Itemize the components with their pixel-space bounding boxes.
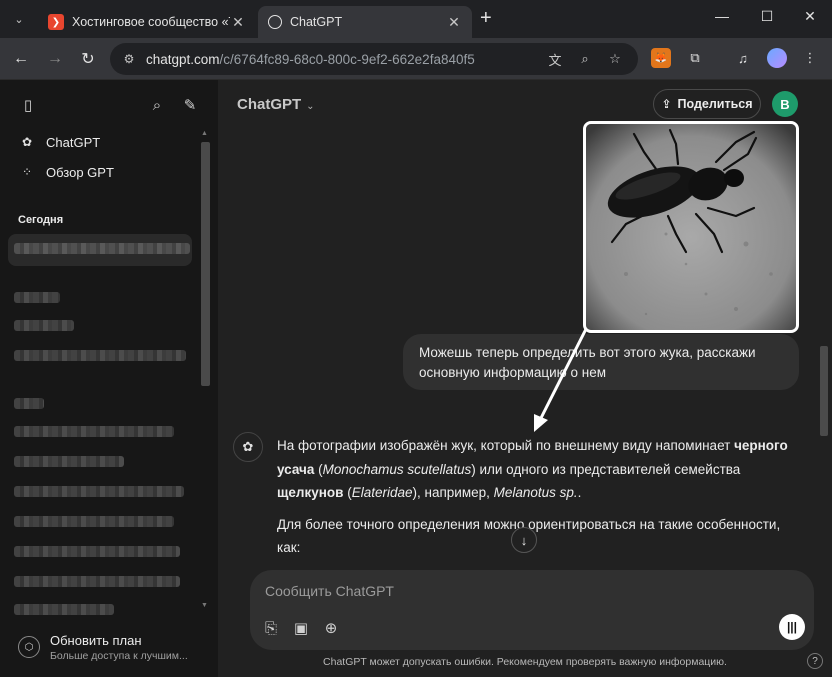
composer-input[interactable]: Сообщить ChatGPT [265, 583, 394, 599]
forward-arrow-icon[interactable]: → [44, 48, 66, 70]
chat-history-item-blurred[interactable] [14, 516, 174, 527]
assistant-answer: На фотографии изображён жук, который по … [277, 434, 797, 568]
browser-toolbar: ← → ↻ ⚙ chatgpt.com/c/6764fc89-68c0-800c… [0, 38, 832, 80]
site-settings-icon[interactable]: ⚙ [120, 50, 138, 68]
sidebar-scroll-up-icon[interactable]: ▲ [201, 130, 208, 137]
user-avatar[interactable]: B [772, 91, 798, 117]
extensions-puzzle-icon[interactable]: ⧉ [685, 48, 705, 68]
uploaded-beetle-photo[interactable] [583, 121, 799, 333]
timeweb-favicon-icon: ❯ [48, 14, 64, 30]
search-icon[interactable]: ⌕ [146, 94, 168, 116]
chat-history-item-blurred[interactable] [14, 320, 74, 331]
scroll-to-bottom-button[interactable]: ↓ [511, 527, 537, 553]
browser-tab-chatgpt[interactable]: ChatGPT ✕ [258, 6, 472, 38]
media-controls-icon[interactable]: ♫ [733, 48, 753, 68]
url-host: chatgpt.com [146, 51, 220, 67]
tab-title: Хостинговое сообщество «Tim [72, 15, 230, 29]
back-arrow-icon[interactable]: ← [10, 48, 32, 70]
chat-history-item-blurred[interactable] [14, 426, 174, 437]
browser-menu-icon[interactable]: ⋮ [800, 48, 820, 68]
sidebar-scroll-down-icon[interactable]: ▼ [201, 602, 208, 609]
sidebar-item-chatgpt[interactable]: ✿ ChatGPT [10, 128, 200, 156]
answer-text: На фотографии изображён жук, который по … [277, 438, 735, 453]
answer-italic: Melanotus sp. [493, 485, 578, 500]
new-tab-button[interactable]: + [480, 8, 492, 28]
chat-history-item-blurred[interactable] [14, 243, 190, 254]
model-name: ChatGPT [237, 96, 302, 113]
url-text: chatgpt.com/c/6764fc89-68c0-800c-9ef2-66… [146, 52, 475, 67]
help-icon[interactable]: ? [807, 653, 823, 669]
browser-tab-timeweb[interactable]: ❯ Хостинговое сообщество «Tim ✕ [38, 6, 256, 38]
chat-history-item-blurred[interactable] [14, 456, 124, 467]
upgrade-plan-text: Обновить план Больше доступа к лучшим... [50, 633, 188, 662]
chatgpt-favicon-icon [268, 15, 282, 29]
share-upload-icon: ⇪ [661, 97, 672, 111]
new-chat-icon[interactable]: ✎ [179, 94, 201, 116]
answer-text: ( [314, 461, 323, 477]
disclaimer-text: ChatGPT может допускать ошибки. Рекоменд… [323, 656, 727, 668]
tab-close-icon[interactable]: ✕ [230, 14, 246, 31]
url-path: /c/6764fc89-68c0-800c-9ef2-662e2fa840f5 [219, 51, 475, 67]
answer-bold: щелкунов [277, 485, 344, 500]
upgrade-plan-subtitle: Больше доступа к лучшим... [50, 649, 188, 662]
zoom-icon[interactable]: ⌕ [576, 50, 594, 68]
metamask-extension-icon[interactable]: 🦊 [651, 48, 671, 68]
bookmark-star-icon[interactable]: ☆ [606, 50, 624, 68]
tools-icon[interactable]: ▣ [290, 617, 312, 639]
sidebar-section-today: Сегодня [18, 214, 64, 226]
answer-italic: Elateridae [351, 485, 413, 500]
close-window-button[interactable]: ✕ [798, 8, 822, 25]
user-message-bubble: Можешь теперь определить вот этого жука,… [403, 334, 799, 390]
share-button[interactable]: ⇪ Поделиться [653, 89, 761, 119]
upgrade-plan-title: Обновить план [50, 632, 142, 648]
annotation-arrow-head [534, 414, 548, 432]
chevron-down-icon: ⌄ [306, 101, 315, 112]
minimize-button[interactable]: — [710, 8, 734, 24]
answer-text: ) или одного из представителей семейства [471, 461, 741, 477]
sidebar-scrollbar[interactable] [201, 142, 210, 386]
answer-text: ), например, [412, 485, 494, 500]
answer-text: ( [343, 485, 352, 500]
attach-paperclip-icon[interactable]: ⎘ [260, 617, 282, 639]
chat-scrollbar[interactable] [820, 346, 828, 436]
sidebar: ▯ ⌕ ✎ ✿ ChatGPT ⁘ Обзор GPT Сегодня ▲ ▼ … [0, 80, 218, 677]
profile-icon[interactable] [767, 48, 787, 68]
chatgpt-logo-icon: ✿ [21, 135, 33, 149]
voice-mode-icon[interactable]: ||| [779, 614, 805, 640]
answer-paragraph: На фотографии изображён жук, который по … [277, 434, 797, 505]
answer-italic: Monochamus scutellatus [322, 461, 472, 477]
sidebar-item-label: ChatGPT [46, 134, 101, 150]
chat-history-item-blurred[interactable] [14, 292, 60, 303]
tab-close-icon[interactable]: ✕ [446, 14, 462, 31]
share-label: Поделиться [677, 97, 753, 111]
model-selector[interactable]: ChatGPT ⌄ [237, 96, 315, 113]
assistant-avatar-icon: ✿ [233, 432, 263, 462]
chat-main: ChatGPT ⌄ ⇪ Поделиться B Можешь теперь о… [218, 80, 832, 677]
message-composer[interactable]: Сообщить ChatGPT ⎘ ▣ ⊕ ||| [250, 570, 814, 650]
upgrade-plan-button[interactable]: ⬡ Обновить план Больше доступа к лучшим.… [10, 626, 210, 668]
sidebar-toggle-icon[interactable]: ▯ [17, 94, 39, 116]
browser-tab-strip: ⌄ ❯ Хостинговое сообщество «Tim ✕ ChatGP… [0, 0, 832, 38]
chat-history-item-blurred[interactable] [14, 486, 184, 497]
sidebar-item-label: Обзор GPT [46, 164, 114, 180]
chat-history-item-blurred[interactable] [14, 576, 180, 587]
chatgpt-app: ▯ ⌕ ✎ ✿ ChatGPT ⁘ Обзор GPT Сегодня ▲ ▼ … [0, 80, 832, 677]
maximize-button[interactable]: ☐ [755, 8, 779, 25]
reload-icon[interactable]: ↻ [77, 48, 99, 70]
answer-text: . [577, 485, 582, 500]
tab-title: ChatGPT [290, 15, 343, 29]
web-search-globe-icon[interactable]: ⊕ [320, 617, 342, 639]
sidebar-item-explore-gpts[interactable]: ⁘ Обзор GPT [10, 158, 200, 186]
chat-history-item-blurred[interactable] [14, 350, 186, 361]
translate-icon[interactable]: 文 [546, 50, 564, 68]
chat-history-item-blurred[interactable] [14, 546, 180, 557]
upgrade-plan-icon: ⬡ [18, 636, 40, 658]
chat-history-item-blurred[interactable] [14, 604, 114, 615]
answer-paragraph: Для более точного определения можно орие… [277, 516, 781, 556]
grid-icon: ⁘ [21, 165, 33, 179]
tab-search-chevron-icon[interactable]: ⌄ [8, 8, 30, 30]
chat-history-item-blurred[interactable] [14, 398, 44, 409]
